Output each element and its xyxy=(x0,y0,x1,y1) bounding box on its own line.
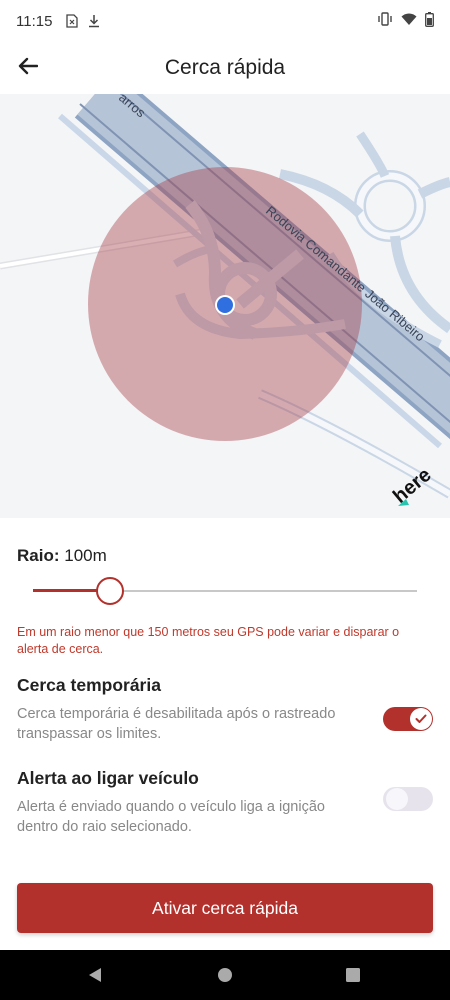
battery-icon xyxy=(425,11,434,31)
app-bar: Cerca rápida xyxy=(0,42,450,94)
radius-value: 100m xyxy=(64,546,107,565)
status-time: 11:15 xyxy=(16,12,53,30)
check-icon xyxy=(410,708,432,730)
nav-recents-icon[interactable] xyxy=(340,962,366,988)
status-bar: 11:15 xyxy=(0,0,450,42)
option-description: Alerta é enviado quando o veículo liga a… xyxy=(17,799,325,835)
gps-warning: Em um raio menor que 150 metros seu GPS … xyxy=(17,625,400,656)
back-button[interactable] xyxy=(10,50,46,86)
wifi-icon xyxy=(401,13,417,30)
arrow-back-icon xyxy=(18,57,39,80)
ignition-alert-toggle[interactable] xyxy=(383,787,433,811)
radius-slider[interactable] xyxy=(33,576,417,606)
map-canvas: Rodovia Comandante João Ribeiro arros he… xyxy=(0,94,450,508)
option-ignition-alert: Alerta ao ligar veículo Alerta é enviado… xyxy=(17,768,433,837)
radius-label-row: Raio: 100m xyxy=(17,546,107,566)
location-marker xyxy=(217,297,233,313)
radius-label: Raio: xyxy=(17,546,60,565)
option-title: Alerta ao ligar veículo xyxy=(17,768,199,788)
vibrate-icon xyxy=(377,12,393,30)
option-title: Cerca temporária xyxy=(17,675,161,695)
option-description: Cerca temporária é desabilitada após o r… xyxy=(17,706,336,742)
temporary-fence-toggle[interactable] xyxy=(383,707,433,731)
nav-home-icon[interactable] xyxy=(212,962,238,988)
download-icon xyxy=(88,14,100,28)
svg-text:here: here xyxy=(389,464,436,508)
page-title: Cerca rápida xyxy=(164,56,286,79)
option-temporary-fence: Cerca temporária Cerca temporária é desa… xyxy=(17,675,433,744)
system-nav-bar xyxy=(0,950,450,1000)
here-logo: here xyxy=(389,464,436,508)
sim-icon xyxy=(66,14,79,28)
slider-thumb[interactable] xyxy=(96,577,124,605)
map-view[interactable]: Rodovia Comandante João Ribeiro arros he… xyxy=(0,94,450,518)
toggle-knob xyxy=(386,788,408,810)
activate-fence-button[interactable]: Ativar cerca rápida xyxy=(17,883,433,933)
nav-back-icon[interactable] xyxy=(82,962,108,988)
